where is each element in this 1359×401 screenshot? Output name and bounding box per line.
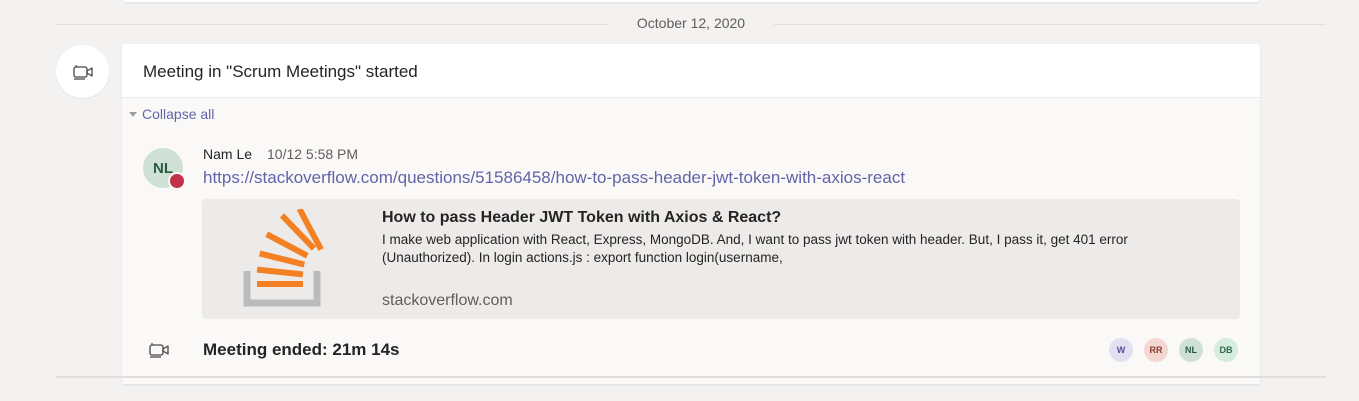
collapse-all-label: Collapse all [142,106,215,122]
meeting-start-icon-badge [56,45,109,98]
preview-title[interactable]: How to pass Header JWT Token with Axios … [382,209,781,227]
date-divider: October 12, 2020 [56,14,1326,34]
divider-line-left [56,24,608,25]
collapse-all-button[interactable]: Collapse all [129,106,214,122]
preview-description: I make web application with React, Expre… [382,232,1128,265]
meeting-title: Meeting in "Scrum Meetings" started [143,62,418,81]
date-label: October 12, 2020 [636,15,746,31]
link-preview-card[interactable]: How to pass Header JWT Token with Axios … [202,199,1240,319]
caret-down-icon [129,111,137,117]
meeting-card-header: Meeting in "Scrum Meetings" started [122,44,1260,98]
presence-busy-indicator [168,172,186,190]
video-camera-icon [72,64,93,80]
video-camera-icon [147,340,171,365]
participant-avatar[interactable]: W [1109,338,1133,362]
meeting-card: Meeting in "Scrum Meetings" started Coll… [122,44,1260,384]
message-author[interactable]: Nam Le [203,146,252,162]
message-link[interactable]: https://stackoverflow.com/questions/5158… [203,168,905,188]
preview-thumbnail [202,199,366,319]
divider-line-right [774,24,1326,25]
message-timestamp: 10/12 5:58 PM [267,146,359,162]
participant-avatar[interactable]: DB [1214,338,1238,362]
preview-domain: stackoverflow.com [382,292,513,309]
previous-card-edge [122,0,1260,2]
bottom-divider [56,376,1326,378]
meeting-ended-label: Meeting ended: 21m 14s [203,340,400,359]
participant-avatar[interactable]: NL [1179,338,1203,362]
participant-list: W RR NL DB [1109,338,1238,362]
stackoverflow-logo-icon [243,209,324,307]
participant-avatar[interactable]: RR [1144,338,1168,362]
